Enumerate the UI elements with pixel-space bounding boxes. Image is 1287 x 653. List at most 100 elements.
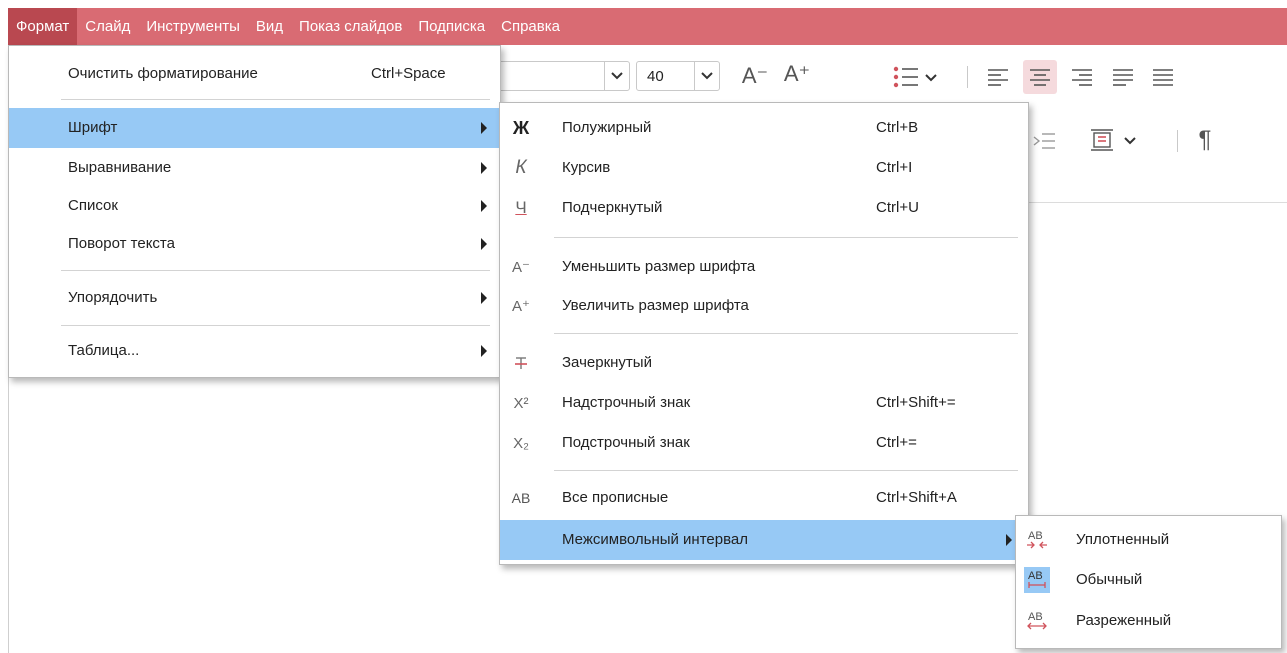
- menu-item-all-caps[interactable]: AB Все прописные Ctrl+Shift+A: [500, 478, 1028, 518]
- menu-item-label: Увеличить размер шрифта: [562, 297, 749, 314]
- menu-item-italic[interactable]: К Курсив Ctrl+I: [500, 148, 1028, 188]
- menu-format[interactable]: Формат: [8, 8, 78, 45]
- toolbar-separator: [1177, 130, 1178, 152]
- menu-item-label: Подстрочный знак: [562, 434, 690, 451]
- menu-item-normal-spacing[interactable]: AB Обычный: [1016, 560, 1281, 600]
- submenu-arrow-icon: [481, 200, 487, 212]
- expanded-spacing-icon: AB: [1022, 601, 1052, 641]
- menu-separator: [554, 237, 1018, 238]
- svg-text:AB: AB: [1028, 570, 1043, 582]
- menu-item-character-spacing[interactable]: Межсимвольный интервал: [500, 520, 1028, 560]
- menu-item-underline[interactable]: Ч Подчеркнутый Ctrl+U: [500, 188, 1028, 228]
- justify-all-icon: [1153, 69, 1173, 86]
- submenu-arrow-icon: [481, 122, 487, 134]
- decrease-font-size-button[interactable]: A⁻: [740, 60, 770, 92]
- menu-separator: [554, 470, 1018, 471]
- menu-tools[interactable]: Инструменты: [138, 8, 248, 45]
- menu-item-superscript[interactable]: X² Надстрочный знак Ctrl+Shift+=: [500, 383, 1028, 423]
- align-center-icon: [1030, 69, 1050, 86]
- submenu-arrow-icon: [481, 162, 487, 174]
- menu-item-table[interactable]: Таблица...: [9, 331, 500, 371]
- menu-separator: [61, 99, 490, 100]
- strikethrough-icon: [508, 343, 534, 383]
- menu-item-arrange[interactable]: Упорядочить: [9, 278, 500, 318]
- bullet-list-button[interactable]: [890, 63, 942, 91]
- menu-item-label: Шрифт: [68, 119, 118, 136]
- menu-separator: [61, 270, 490, 271]
- menu-item-alignment[interactable]: Выравнивание: [9, 148, 500, 188]
- chevron-down-icon: [694, 62, 719, 90]
- font-size-dropdown[interactable]: 40: [636, 61, 720, 91]
- menu-item-label: Упорядочить: [68, 289, 158, 306]
- underline-icon: Ч: [515, 198, 527, 217]
- italic-icon: К: [515, 157, 527, 178]
- decrease-font-icon: A⁻: [512, 259, 530, 276]
- menu-item-label: Обычный: [1076, 571, 1143, 588]
- all-caps-icon: AB: [511, 490, 531, 506]
- menu-item-label: Курсив: [562, 159, 611, 176]
- increase-font-size-button[interactable]: A⁺: [782, 58, 812, 90]
- menu-item-clear-formatting[interactable]: Очистить форматирование Ctrl+Space: [9, 54, 500, 94]
- bold-icon: Ж: [512, 117, 530, 138]
- character-spacing-submenu: AB Уплотненный AB Обычный AB Разреженный: [1015, 515, 1282, 649]
- menu-item-label: Разреженный: [1076, 612, 1172, 629]
- superscript-icon: X²: [513, 394, 529, 412]
- subscript-icon: X₂: [513, 434, 529, 452]
- condensed-spacing-icon: AB: [1022, 520, 1052, 560]
- svg-text:AB: AB: [1028, 611, 1043, 623]
- toolbar-separator: [967, 66, 968, 88]
- menu-item-condensed[interactable]: AB Уплотненный: [1016, 520, 1281, 560]
- font-size-value: 40: [647, 67, 664, 85]
- menu-item-text-rotation[interactable]: Поворот текста: [9, 224, 500, 264]
- menu-item-subscript[interactable]: X₂ Подстрочный знак Ctrl+=: [500, 423, 1028, 463]
- menu-item-shortcut: Ctrl+Shift+=: [876, 394, 956, 411]
- menu-item-list[interactable]: Список: [9, 186, 500, 226]
- menu-view[interactable]: Вид: [248, 8, 291, 45]
- font-submenu: Ж Полужирный Ctrl+B К Курсив Ctrl+I Ч По…: [499, 102, 1029, 565]
- menu-item-shortcut: Ctrl+=: [876, 434, 917, 451]
- align-center-button[interactable]: [1023, 60, 1057, 94]
- chevron-down-icon: [604, 62, 629, 90]
- menu-item-label: Выравнивание: [68, 159, 172, 176]
- menu-item-increase-font-size[interactable]: A⁺ Увеличить размер шрифта: [500, 286, 1028, 326]
- menu-help[interactable]: Справка: [493, 8, 568, 45]
- bullet-list-icon: [893, 66, 937, 88]
- align-right-button[interactable]: [1067, 62, 1097, 92]
- menubar: Формат Слайд Инструменты Вид Показ слайд…: [8, 8, 1287, 45]
- vertical-align-icon: [1091, 129, 1136, 151]
- menu-item-label: Таблица...: [68, 342, 140, 359]
- menu-item-label: Все прописные: [562, 489, 669, 506]
- menu-item-shortcut: Ctrl+U: [876, 199, 919, 216]
- menu-separator: [554, 333, 1018, 334]
- increase-indent-button[interactable]: [1028, 126, 1060, 156]
- submenu-arrow-icon: [1006, 534, 1012, 546]
- menu-item-decrease-font-size[interactable]: A⁻ Уменьшить размер шрифта: [500, 247, 1028, 287]
- menu-slide[interactable]: Слайд: [77, 8, 138, 45]
- menu-item-label: Полужирный: [562, 119, 652, 136]
- menu-item-expanded[interactable]: AB Разреженный: [1016, 601, 1281, 641]
- format-menu: Очистить форматирование Ctrl+Space Шрифт…: [8, 45, 501, 378]
- menu-item-font[interactable]: Шрифт: [9, 108, 500, 148]
- justify-button[interactable]: [1108, 62, 1138, 92]
- menu-item-label: Уплотненный: [1076, 531, 1170, 548]
- menu-item-label: Очистить форматирование: [68, 65, 258, 82]
- vertical-align-button[interactable]: [1085, 124, 1145, 156]
- justify-all-button[interactable]: [1148, 62, 1178, 92]
- menu-item-shortcut: Ctrl+B: [876, 119, 919, 136]
- menu-item-bold[interactable]: Ж Полужирный Ctrl+B: [500, 108, 1028, 148]
- menu-slideshow[interactable]: Показ слайдов: [291, 8, 410, 45]
- paragraph-marks-button[interactable]: ¶: [1190, 124, 1220, 156]
- menu-subscription[interactable]: Подписка: [410, 8, 493, 45]
- indent-icon: [1033, 133, 1055, 149]
- submenu-arrow-icon: [481, 292, 487, 304]
- menu-item-label: Подчеркнутый: [562, 199, 663, 216]
- align-left-button[interactable]: [983, 62, 1013, 92]
- menu-item-shortcut: Ctrl+Space: [371, 65, 446, 82]
- menu-item-label: Поворот текста: [68, 235, 175, 252]
- menu-item-strikethrough[interactable]: Зачеркнутый: [500, 343, 1028, 383]
- svg-text:AB: AB: [1028, 530, 1043, 542]
- submenu-arrow-icon: [481, 345, 487, 357]
- menu-item-label: Уменьшить размер шрифта: [562, 258, 756, 275]
- menu-item-label: Список: [68, 197, 118, 214]
- increase-font-icon: A⁺: [512, 298, 530, 315]
